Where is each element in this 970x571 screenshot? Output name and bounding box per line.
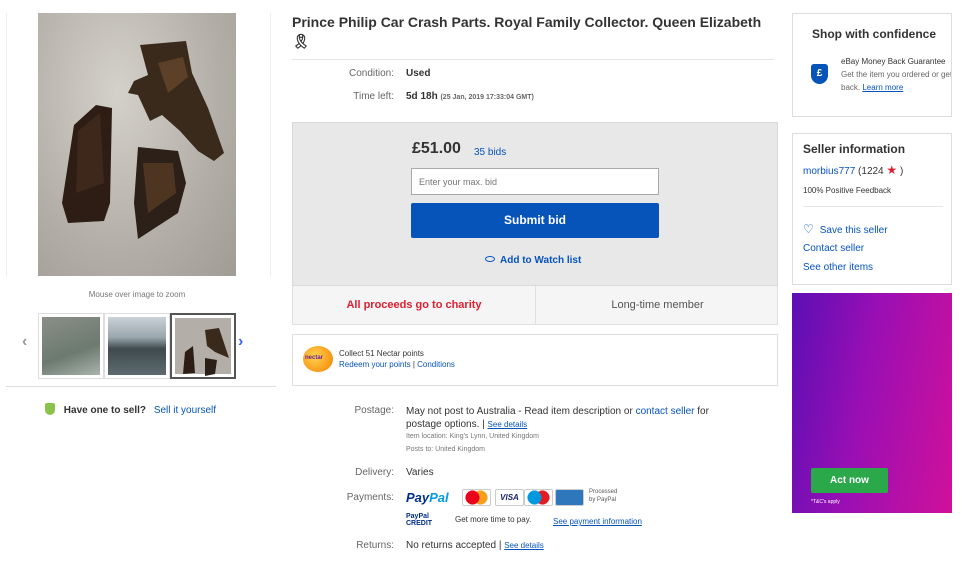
returns-value: No returns accepted | See details — [406, 540, 544, 551]
sell-it-yourself-link[interactable]: Sell it yourself — [154, 405, 216, 416]
price-tag-icon — [45, 403, 55, 415]
thumbnail-2[interactable] — [104, 313, 170, 379]
nectar-collect: Collect 51 Nectar points — [339, 349, 424, 358]
item-location: Item location: King's Lynn, United Kingd… — [406, 433, 539, 440]
page-title: Prince Philip Car Crash Parts. Royal Fam… — [292, 13, 774, 51]
postage-label: Postage: — [354, 405, 394, 416]
charity-ribbon-icon: 🎗 — [292, 33, 310, 49]
seller-name-row: morbius777 (1224 ★ ) — [803, 163, 904, 177]
shield-icon: £ — [811, 64, 828, 84]
contact-seller-link[interactable]: contact seller — [636, 406, 695, 417]
paypal-credit-logo: PayPal CREDIT — [406, 513, 433, 527]
returns-see-details-link[interactable]: See details — [504, 541, 544, 550]
learn-more-link[interactable]: Learn more — [862, 83, 903, 92]
contact-seller-sidebar-link[interactable]: Contact seller — [803, 243, 864, 254]
divider — [6, 386, 276, 387]
sell-prompt: Have one to sell? Sell it yourself — [45, 403, 216, 416]
delivery-label: Delivery: — [355, 467, 394, 478]
thumbnail-3-selected[interactable] — [170, 313, 236, 379]
redeem-points-link[interactable]: Redeem your points — [339, 360, 411, 369]
seller-info-box: Seller information morbius777 (1224 ★ ) … — [792, 133, 952, 285]
ad-terms: *T&C's apply — [811, 499, 840, 505]
watchlist-label: Add to Watch list — [500, 255, 582, 266]
main-item-image[interactable] — [38, 13, 236, 276]
positive-feedback: 100% Positive Feedback — [803, 186, 892, 195]
thumbnail-strip: ‹ › — [22, 311, 254, 383]
postage-see-details-link[interactable]: See details — [488, 420, 528, 429]
chevron-right-icon[interactable]: › — [238, 333, 243, 351]
delivery-value: Varies — [406, 467, 434, 478]
time-left-value: 5d 18h (25 Jan, 2019 17:33:04 GMT) — [406, 91, 534, 102]
see-payment-info-link[interactable]: See payment information — [553, 517, 642, 526]
current-price: £51.00 — [412, 140, 461, 157]
thumbnail-1[interactable] — [38, 313, 104, 379]
max-bid-input[interactable] — [411, 168, 659, 195]
payments-label: Payments: — [346, 492, 394, 503]
see-other-items-link[interactable]: See other items — [803, 262, 873, 273]
seller-info-heading: Seller information — [803, 142, 906, 156]
advertisement-banner[interactable]: Act now *T&C's apply — [792, 293, 952, 513]
conditions-link[interactable]: Conditions — [417, 360, 455, 369]
amex-icon — [555, 489, 584, 506]
visa-icon: VISA — [495, 489, 524, 506]
condition-label: Condition: — [348, 68, 394, 79]
credit-text: Get more time to pay. — [455, 515, 532, 524]
seller-name-link[interactable]: morbius777 — [803, 166, 855, 177]
divider — [292, 59, 774, 60]
condition-value: Used — [406, 68, 431, 79]
sell-question: Have one to sell? — [63, 405, 147, 416]
eye-icon — [485, 256, 495, 262]
thumbnail-image — [42, 317, 100, 375]
zoom-hint: Mouse over image to zoom — [88, 290, 186, 299]
end-time: (25 Jan, 2019 17:33:04 GMT) — [440, 94, 534, 101]
shop-confidence-title: Shop with confidence — [812, 27, 937, 41]
thumbnail-image — [175, 318, 231, 376]
seller-highlights: All proceeds go to charity Long-time mem… — [292, 286, 778, 325]
act-now-button[interactable]: Act now — [811, 468, 888, 493]
postage-value: May not post to Australia - Read item de… — [406, 406, 709, 430]
returns-label: Returns: — [356, 540, 394, 551]
item-title: Prince Philip Car Crash Parts. Royal Fam… — [292, 14, 762, 30]
thumbnail-parts-photo — [183, 328, 229, 376]
nectar-text: Collect 51 Nectar points Redeem your poi… — [339, 349, 455, 369]
member-highlight: Long-time member — [611, 299, 704, 311]
nectar-logo-icon: nectar — [303, 346, 333, 372]
nectar-points-box: nectar Collect 51 Nectar points Redeem y… — [292, 334, 778, 386]
shop-with-confidence-box: Shop with confidence £ eBay Money Back G… — [792, 13, 952, 117]
mastercard-icon — [462, 489, 491, 506]
time-left-label: Time left: — [353, 91, 394, 102]
chevron-left-icon[interactable]: ‹ — [22, 333, 27, 351]
posts-to: Posts to: United Kingdom — [406, 446, 485, 453]
maestro-icon — [524, 489, 553, 506]
add-to-watchlist-link[interactable]: Add to Watch list — [485, 255, 581, 266]
guarantee-text: eBay Money Back Guarantee Get the item y… — [841, 57, 952, 92]
star-icon: ★ — [886, 163, 898, 177]
time-left: 5d 18h — [406, 91, 438, 102]
charity-highlight: All proceeds go to charity — [293, 286, 536, 325]
bid-count-link[interactable]: 35 bids — [474, 147, 506, 158]
heart-icon: ♡ — [803, 222, 814, 236]
processed-by-paypal: Processed by PayPal — [589, 489, 618, 503]
submit-bid-button[interactable]: Submit bid — [411, 203, 659, 238]
save-seller-link[interactable]: ♡ Save this seller — [803, 222, 888, 236]
car-parts-photo — [62, 41, 224, 239]
feedback-score: (1224 — [858, 166, 884, 177]
divider — [803, 206, 943, 207]
paypal-logo: PayPal — [406, 490, 449, 505]
thumbnail-image — [108, 317, 166, 375]
